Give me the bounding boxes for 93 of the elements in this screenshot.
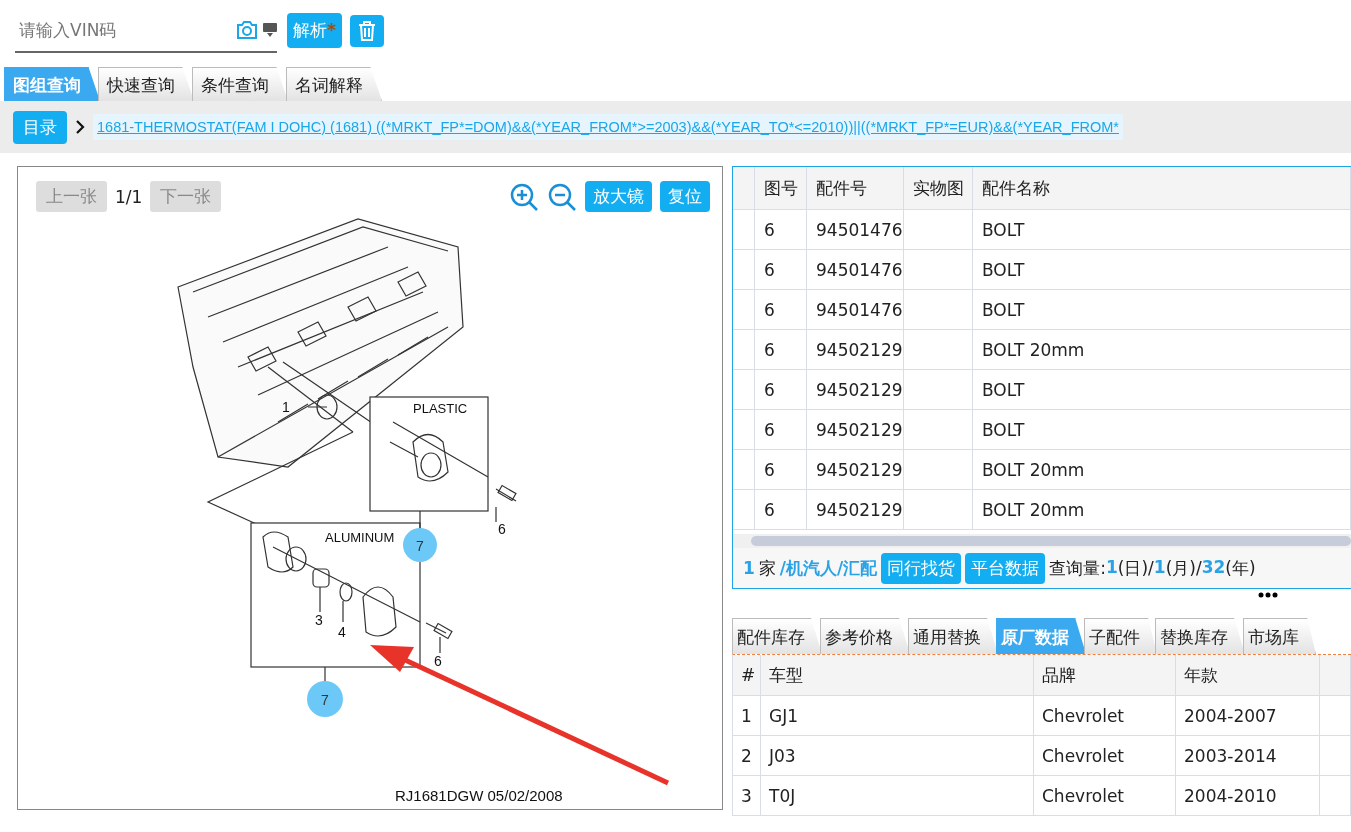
table-cell: GJ1	[769, 705, 798, 726]
table-cell: 94501476	[816, 299, 903, 320]
supplier-sources: /机汽人/汇配	[779, 556, 878, 580]
table-cell: BOLT	[982, 299, 1025, 320]
query-tab[interactable]: 快速查询	[98, 67, 194, 101]
table-cell: J03	[769, 745, 796, 766]
callout-number: 7	[416, 538, 424, 554]
table-cell: 94502129	[816, 499, 903, 520]
part-row[interactable]: 6 94501476 BOLT	[733, 210, 1351, 250]
table-cell: BOLT	[982, 259, 1025, 280]
detail-tab[interactable]: 市场库	[1243, 618, 1316, 654]
table-cell: 6	[764, 379, 775, 400]
vin-field[interactable]: 请输入VIN码	[15, 19, 231, 40]
part-row[interactable]: 6 94502129 BOLT	[733, 370, 1351, 410]
query-label: (日)/	[1117, 556, 1154, 580]
diagram-label: ALUMINUM	[325, 530, 395, 545]
query-label: (月)/	[1165, 556, 1202, 580]
trash-icon	[357, 20, 376, 41]
horizontal-scrollbar[interactable]	[733, 534, 1351, 548]
column-header: #	[733, 655, 761, 695]
table-cell: 2003-2014	[1184, 745, 1277, 766]
query-label: (年)	[1225, 556, 1256, 580]
table-cell: BOLT 20mm	[982, 339, 1085, 360]
table-cell: 6	[764, 259, 775, 280]
callout-marker[interactable]	[307, 681, 343, 717]
column-header: 年款	[1176, 655, 1320, 695]
table-cell: 2004-2007	[1184, 705, 1277, 726]
column-header: 实物图	[904, 167, 973, 209]
table-cell: 6	[764, 339, 775, 360]
column-header: 品牌	[1034, 655, 1176, 695]
query-tab[interactable]: 名词解释	[286, 67, 382, 101]
table-cell: BOLT 20mm	[982, 499, 1085, 520]
zoom-in-icon[interactable]	[509, 181, 539, 212]
part-row[interactable]: 6 94502129 BOLT 20mm	[733, 490, 1351, 530]
keyboard-icon[interactable]	[263, 22, 277, 37]
table-cell: BOLT 20mm	[982, 459, 1085, 480]
supplier-count: 1	[743, 558, 755, 578]
part-number-label: 6	[498, 521, 506, 537]
table-cell: 1	[741, 705, 752, 726]
query-tab[interactable]: 条件查询	[192, 67, 288, 101]
table-cell: 94502129	[816, 419, 903, 440]
table-cell: 94502129	[816, 459, 903, 480]
detail-tab[interactable]: 通用替换	[908, 618, 998, 654]
table-cell: 94501476	[816, 219, 903, 240]
table-cell: 2004-2010	[1184, 785, 1277, 806]
part-row[interactable]: 6 94502129 BOLT	[733, 410, 1351, 450]
table-cell: 94502129	[816, 339, 903, 360]
table-cell: 94501476	[816, 259, 903, 280]
delete-button[interactable]	[349, 14, 384, 47]
column-header: 图号	[755, 167, 807, 209]
part-row[interactable]: 6 94501476 BOLT	[733, 290, 1351, 330]
table-cell: 6	[764, 219, 775, 240]
part-number-label: 4	[338, 624, 346, 640]
diagram-label: PLASTIC	[413, 401, 468, 416]
query-count: 1	[1106, 556, 1118, 579]
column-header: 车型	[761, 655, 1034, 695]
table-cell: BOLT	[982, 379, 1025, 400]
detail-tab[interactable]: 参考价格	[820, 618, 910, 654]
query-count: 32	[1201, 556, 1226, 579]
part-number-label: 6	[434, 653, 442, 669]
chevron-icon	[75, 119, 85, 135]
table-cell: 2	[741, 745, 752, 766]
table-cell: 6	[764, 299, 775, 320]
detail-tab[interactable]: 替换库存	[1155, 618, 1245, 654]
query-label: 查询量:	[1049, 556, 1106, 580]
callout-marker[interactable]	[403, 528, 437, 562]
part-row[interactable]: 6 94502129 BOLT 20mm	[733, 450, 1351, 490]
part-number-label: 3	[315, 612, 323, 628]
zoom-out-icon[interactable]	[547, 181, 577, 212]
table-cell: 6	[764, 419, 775, 440]
table-cell: 6	[764, 499, 775, 520]
page-counter: 1/1	[115, 186, 143, 207]
table-cell: 3	[741, 785, 752, 806]
supplier-unit: 家	[758, 556, 776, 580]
table-cell: 94502129	[816, 379, 903, 400]
table-cell: 6	[764, 459, 775, 480]
query-count: 1	[1153, 556, 1166, 579]
diagram-caption: RJ1681DGW 05/02/2008	[395, 787, 563, 804]
column-header: 配件名称	[973, 167, 1351, 209]
table-cell: BOLT	[982, 419, 1025, 440]
detail-tab[interactable]: 子配件	[1084, 618, 1157, 654]
part-number-label: 1	[282, 399, 290, 415]
table-cell: BOLT	[982, 219, 1025, 240]
table-cell: Chevrolet	[1042, 745, 1125, 766]
table-cell: T0J	[769, 785, 796, 806]
part-row[interactable]: 6 94502129 BOLT 20mm	[733, 330, 1351, 370]
detail-tab[interactable]: 配件库存	[732, 618, 822, 654]
more-icon[interactable]	[1258, 592, 1278, 598]
table-cell: Chevrolet	[1042, 705, 1125, 726]
part-row[interactable]: 6 94501476 BOLT	[733, 250, 1351, 290]
table-cell: Chevrolet	[1042, 785, 1125, 806]
callout-number: 7	[321, 692, 329, 708]
column-header: 配件号	[807, 167, 904, 209]
